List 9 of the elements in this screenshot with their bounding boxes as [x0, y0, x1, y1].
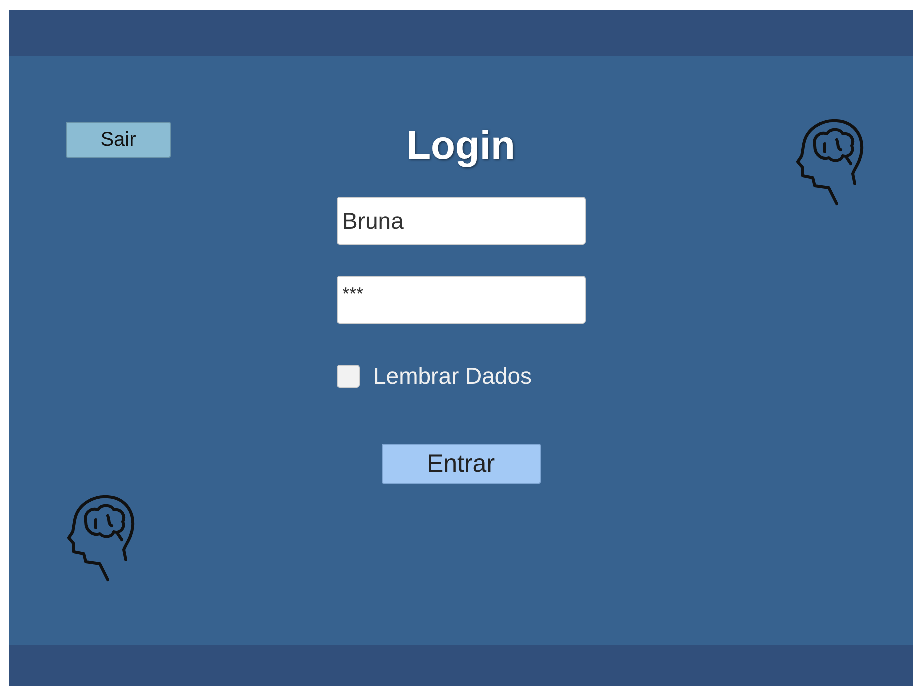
login-button[interactable]: Entrar	[382, 444, 540, 484]
remember-checkbox[interactable]	[336, 365, 360, 388]
head-brain-icon	[795, 118, 865, 206]
remember-label: Lembrar Dados	[374, 363, 532, 390]
exit-button[interactable]: Sair	[66, 122, 171, 158]
username-field[interactable]: Bruna	[336, 197, 586, 245]
password-field[interactable]: ***	[336, 276, 586, 324]
head-brain-icon	[66, 494, 136, 582]
login-title: Login	[406, 124, 516, 169]
